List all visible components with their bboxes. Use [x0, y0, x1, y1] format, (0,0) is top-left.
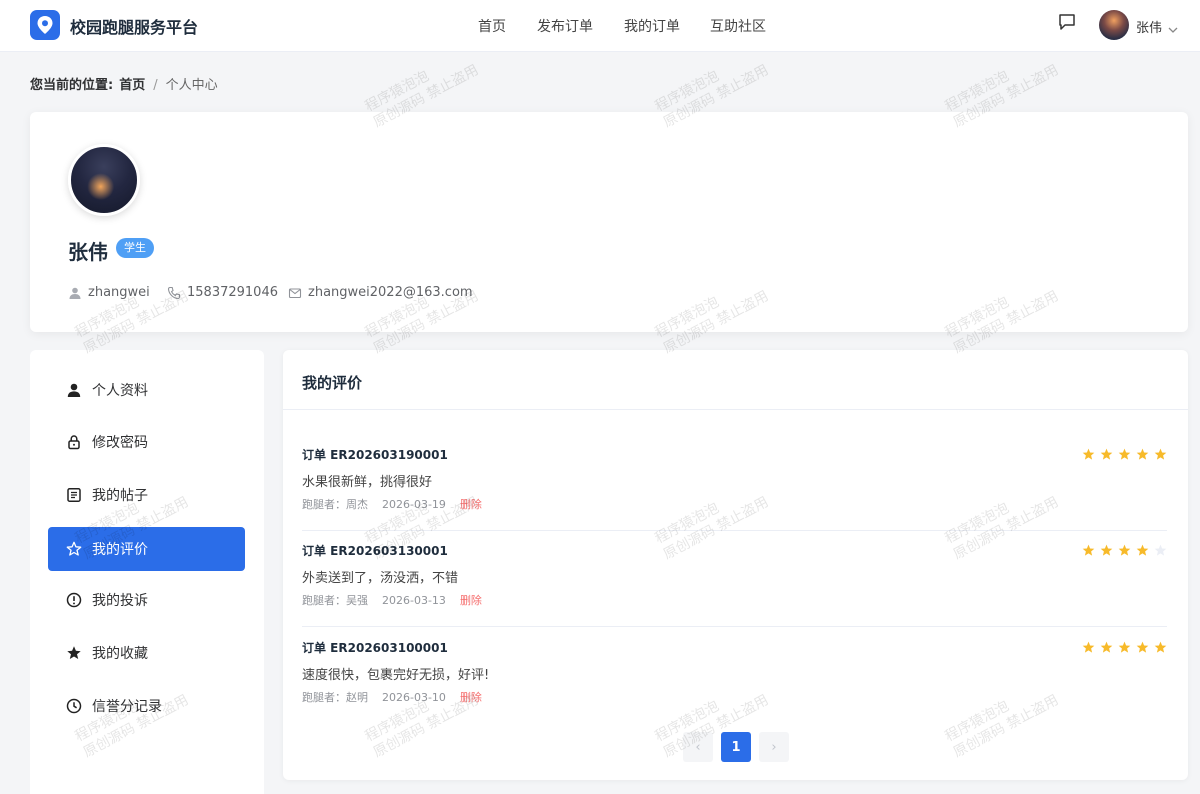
review-order-number: 订单 ER202603190001 [302, 448, 448, 462]
star-filled-icon [1136, 639, 1149, 653]
star-filled-icon [1118, 542, 1131, 556]
sidebar-item-credit-record[interactable]: 信誉分记录 [48, 684, 245, 728]
delete-review-button[interactable]: 删除 [460, 691, 482, 704]
star-rating [1077, 639, 1167, 653]
star-filled-icon [1100, 639, 1113, 653]
warning-circle-icon [66, 592, 82, 608]
next-page-button[interactable]: › [759, 732, 789, 762]
breadcrumb-current: 个人中心 [165, 78, 218, 93]
phone-text: 15837291046 [187, 285, 278, 300]
review-date: 2026-03-19 [382, 498, 446, 511]
star-filled-icon [1154, 639, 1167, 653]
review-item: 订单 ER202603100001 速度很快，包裹完好无损，好评! 跑腿者：赵明… [302, 639, 1167, 735]
sidebar-item-profile[interactable]: 个人资料 [48, 368, 245, 412]
review-order-number: 订单 ER202603100001 [302, 641, 448, 655]
header-username[interactable]: 张伟 [1136, 17, 1162, 36]
star-filled-icon [1136, 542, 1149, 556]
sidebar-item-my-favorites[interactable]: 我的收藏 [48, 631, 245, 675]
phone-icon [167, 286, 181, 299]
review-meta: 跑腿者：周杰 2026-03-19 删除 [302, 496, 482, 512]
review-text: 速度很快，包裹完好无损，好评! [302, 668, 490, 683]
star-filled-icon [1082, 639, 1095, 653]
user-avatar[interactable] [1099, 10, 1129, 40]
star-filled-icon [1082, 542, 1095, 556]
review-date: 2026-03-10 [382, 691, 446, 704]
prev-page-button[interactable]: ‹ [683, 732, 713, 762]
star-filled-icon [1100, 446, 1113, 460]
star-rating [1077, 542, 1167, 556]
review-meta: 跑腿者：赵明 2026-03-10 删除 [302, 689, 482, 705]
lock-icon [68, 435, 80, 450]
message-icon[interactable] [1057, 12, 1077, 32]
role-badge: 学生 [116, 238, 154, 258]
star-filled-icon [1118, 446, 1131, 460]
sidebar-item-my-complaints[interactable]: 我的投诉 [48, 578, 245, 622]
review-text: 水果很新鲜，挑得很好 [302, 475, 433, 490]
profile-username: zhangwei [68, 285, 150, 300]
sidebar-item-my-reviews[interactable]: 我的评价 [48, 527, 245, 571]
panel-title: 我的评价 [302, 374, 363, 392]
review-item: 订单 ER202603130001 外卖送到了，汤没洒，不错 跑腿者：吴强 202… [302, 542, 1167, 638]
sidebar-item-label: 信誉分记录 [92, 699, 162, 715]
platform-title[interactable]: 校园跑腿服务平台 [70, 14, 198, 38]
profile-avatar[interactable] [68, 144, 140, 216]
star-filled-icon [1100, 542, 1113, 556]
mail-icon [288, 287, 302, 298]
review-runner: 跑腿者：赵明 [302, 691, 368, 704]
clock-icon [66, 698, 82, 714]
delete-review-button[interactable]: 删除 [460, 498, 482, 511]
profile-phone: 15837291046 [167, 285, 278, 300]
user-icon [69, 287, 81, 299]
top-header: 校园跑腿服务平台 首页 发布订单 我的订单 互助社区 张伟 [0, 0, 1200, 52]
sidebar: 个人资料 修改密码 我的帖子 我的评价 我的投诉 我的收藏 信誉分记录 [30, 350, 264, 794]
star-filled-icon [1154, 446, 1167, 460]
delete-review-button[interactable]: 删除 [460, 594, 482, 607]
star-empty-icon [1154, 542, 1167, 556]
review-item: 订单 ER202603190001 水果很新鲜，挑得很好 跑腿者：周杰 2026-… [302, 446, 1167, 542]
star-rating [1077, 446, 1167, 460]
profile-name: 张伟 [68, 240, 108, 264]
sidebar-item-label: 修改密码 [92, 435, 148, 451]
review-runner: 跑腿者：吴强 [302, 594, 368, 607]
profile-card: 张伟 学生 zhangwei 15837291046 zhangwei2022@… [30, 112, 1188, 332]
sidebar-item-my-posts[interactable]: 我的帖子 [48, 473, 245, 517]
document-icon [67, 488, 81, 502]
star-filled-icon [1082, 446, 1095, 460]
profile-email: zhangwei2022@163.com [288, 285, 473, 300]
review-runner: 跑腿者：周杰 [302, 498, 368, 511]
star-filled-icon [1136, 446, 1149, 460]
review-order-number: 订单 ER202603130001 [302, 544, 448, 558]
review-date: 2026-03-13 [382, 594, 446, 607]
reviews-panel: 我的评价 订单 ER202603190001 水果很新鲜，挑得很好 跑腿者：周杰… [283, 350, 1188, 780]
divider [302, 626, 1167, 627]
nav-publish-order[interactable]: 发布订单 [537, 16, 593, 36]
breadcrumb-label: 您当前的位置: [30, 78, 114, 93]
page-number-button[interactable]: 1 [721, 732, 751, 762]
username-text: zhangwei [88, 285, 150, 300]
sidebar-item-label: 个人资料 [92, 383, 148, 399]
star-filled-icon [67, 646, 81, 659]
review-text: 外卖送到了，汤没洒，不错 [302, 571, 459, 586]
star-outline-icon [66, 541, 82, 556]
pagination: ‹ 1 › [683, 732, 797, 762]
nav-home[interactable]: 首页 [478, 16, 506, 36]
divider [283, 409, 1188, 410]
divider [302, 530, 1167, 531]
chevron-down-icon[interactable] [1168, 19, 1178, 33]
logo-icon[interactable] [30, 10, 60, 40]
user-icon [67, 383, 81, 397]
sidebar-item-label: 我的帖子 [92, 488, 148, 504]
sidebar-item-label: 我的评价 [92, 542, 148, 558]
sidebar-item-change-password[interactable]: 修改密码 [48, 420, 245, 464]
nav-my-orders[interactable]: 我的订单 [624, 16, 680, 36]
sidebar-item-label: 我的投诉 [92, 593, 148, 609]
star-filled-icon [1118, 639, 1131, 653]
breadcrumb: 您当前的位置: 首页 / 个人中心 [30, 74, 218, 93]
breadcrumb-separator: / [153, 78, 158, 93]
email-text: zhangwei2022@163.com [308, 285, 473, 300]
nav-community[interactable]: 互助社区 [710, 16, 766, 36]
breadcrumb-home-link[interactable]: 首页 [119, 78, 145, 93]
sidebar-item-label: 我的收藏 [92, 646, 148, 662]
review-meta: 跑腿者：吴强 2026-03-13 删除 [302, 592, 482, 608]
